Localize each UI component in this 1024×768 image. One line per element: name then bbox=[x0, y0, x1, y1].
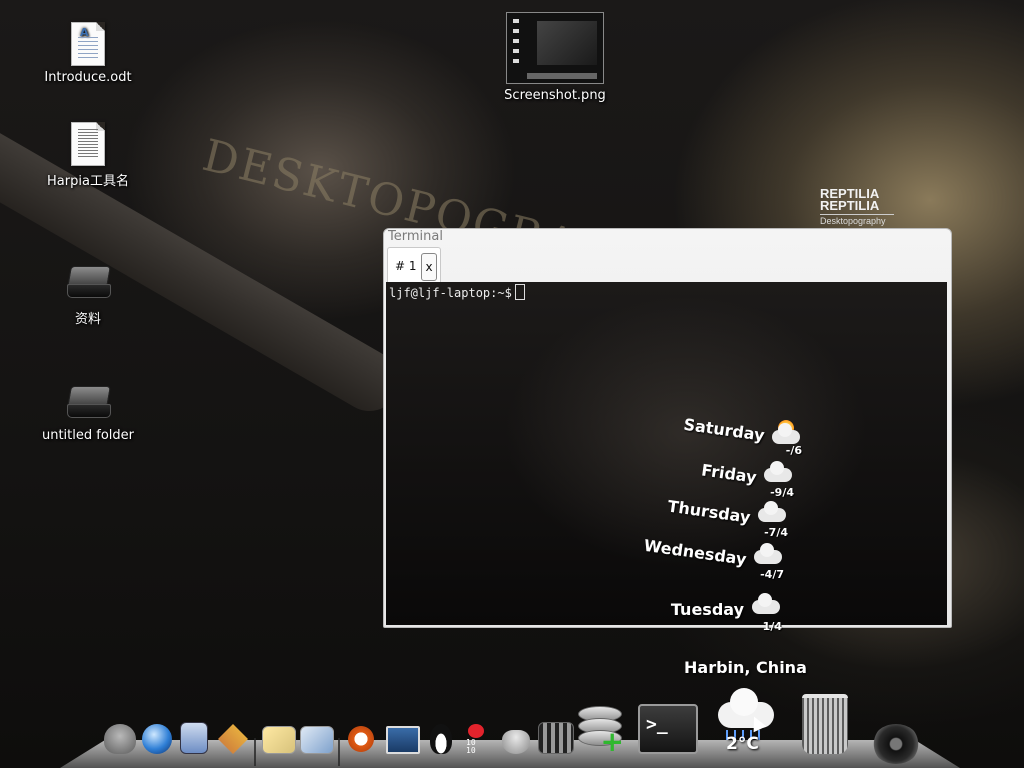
text-document-icon bbox=[71, 122, 105, 166]
terminal-prompt-line: ljf@ljf-laptop:~$ bbox=[389, 284, 525, 300]
terminal-title: Terminal bbox=[388, 229, 443, 244]
weather-location: Harbin, China bbox=[684, 658, 807, 677]
desktop-icon-introduce-odt[interactable]: A Introduce.odt bbox=[33, 22, 143, 85]
forecast-temp: -4/7 bbox=[760, 568, 784, 581]
desktop-icon-screenshot[interactable]: Screenshot.png bbox=[500, 12, 610, 103]
gimp-icon[interactable] bbox=[104, 724, 136, 754]
desktop-icon-label: 资料 bbox=[74, 312, 101, 327]
browser-icon[interactable] bbox=[142, 724, 172, 754]
forecast-row: Thursday -7/4 bbox=[650, 496, 790, 539]
ubuntu-icon[interactable] bbox=[346, 724, 376, 754]
forecast-day: Tuesday bbox=[670, 600, 744, 619]
wallpaper-logo-line2: REPTILIA bbox=[820, 198, 880, 213]
desktop-icon-untitled-folder[interactable]: untitled folder bbox=[33, 386, 143, 443]
terminal-tab[interactable]: # 1 x bbox=[387, 247, 441, 282]
cloudy-rain-icon bbox=[752, 543, 786, 570]
drive-icon bbox=[65, 266, 111, 298]
photo-viewer-icon[interactable] bbox=[262, 726, 296, 754]
desktop-icon-label: untitled folder bbox=[41, 428, 134, 443]
dock-separator bbox=[338, 738, 340, 766]
trash-icon[interactable] bbox=[802, 694, 848, 754]
forecast-temp: -9/4 bbox=[770, 486, 794, 499]
tux-icon[interactable] bbox=[430, 724, 452, 754]
terminal-tab-close-button[interactable]: x bbox=[421, 253, 437, 281]
dock-separator bbox=[254, 738, 256, 766]
cloudy-rain-icon bbox=[750, 593, 784, 620]
terminal-icon[interactable]: >_ bbox=[638, 704, 698, 754]
odt-document-icon: A bbox=[71, 22, 105, 66]
desktop-icon-label: Introduce.odt bbox=[44, 70, 132, 85]
terminal-cursor bbox=[514, 284, 525, 300]
terminal-tab-label: # 1 bbox=[395, 259, 417, 273]
image-thumbnail-icon bbox=[506, 12, 604, 84]
forecast-temp: 1/4 bbox=[762, 620, 782, 633]
terminal-tab-bar: # 1 x bbox=[386, 245, 949, 282]
cloudy-snow-icon bbox=[762, 461, 796, 488]
wallpaper-logo-line3: Desktopography bbox=[820, 214, 894, 226]
plus-icon: + bbox=[600, 725, 624, 758]
forecast-row: Saturday -/6 bbox=[660, 415, 804, 457]
bowl-icon[interactable] bbox=[502, 730, 530, 754]
forecast-temp: -/6 bbox=[785, 444, 802, 457]
terminal-prompt: ljf@ljf-laptop:~$ bbox=[389, 286, 512, 300]
desktop-icon-harpia[interactable]: Harpia工具名 bbox=[33, 122, 143, 189]
wallpaper-logo: REPTILIA REPTILIA Desktopography bbox=[820, 187, 894, 226]
desktop-icon-label: Screenshot.png bbox=[504, 88, 606, 103]
media-player-icon[interactable] bbox=[538, 722, 574, 754]
monitor-icon[interactable] bbox=[386, 726, 420, 754]
database-add-icon[interactable]: + bbox=[578, 706, 624, 756]
mail-icon[interactable] bbox=[180, 722, 208, 754]
forecast-temp: -7/4 bbox=[764, 526, 788, 539]
drive-icon bbox=[65, 386, 111, 418]
speaker-icon[interactable] bbox=[872, 724, 920, 764]
current-temperature: 2°C bbox=[726, 734, 759, 754]
forecast-row: Tuesday 1/4 bbox=[650, 593, 784, 633]
forecast-row: Wednesday -4/7 bbox=[620, 536, 786, 581]
partly-sunny-icon bbox=[770, 420, 804, 446]
desktop-icon-ziliao[interactable]: 资料 bbox=[33, 266, 143, 327]
ruby-icon[interactable]: 10 10 bbox=[466, 724, 486, 755]
forecast-row: Friday -9/4 bbox=[660, 460, 796, 499]
cloudy-snow-icon bbox=[756, 501, 790, 528]
image-editor-icon[interactable] bbox=[300, 726, 334, 754]
desktop-icon-label: Harpia工具名 bbox=[47, 174, 129, 189]
